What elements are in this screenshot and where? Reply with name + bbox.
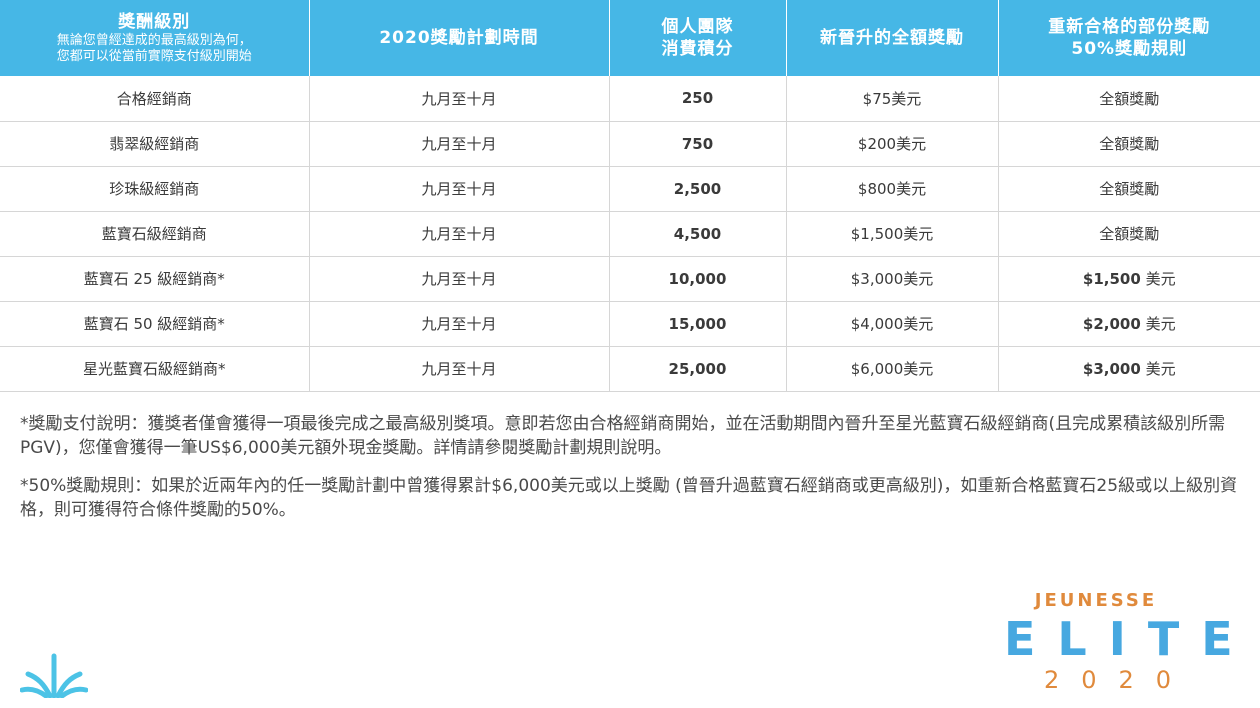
cell-period: 九月至十月	[309, 256, 610, 302]
cell-full-reward: $3,000美元	[786, 256, 999, 302]
program-year: 2020	[1044, 666, 1194, 694]
table-row: 藍寶石級經銷商 九月至十月 4,500 $1,500美元 全額獎勵	[0, 211, 1260, 257]
table-row: 翡翠級經銷商 九月至十月 750 $200美元 全額獎勵	[0, 121, 1260, 167]
partial-amount: $3,000	[1082, 360, 1141, 378]
rewards-table: 獎酬級別 無論您曾經達成的最高級別為何， 您都可以從當前實際支付級別開始 202…	[0, 0, 1260, 392]
cell-full-reward: $200美元	[786, 121, 999, 167]
cell-full-reward: $800美元	[786, 166, 999, 212]
cell-points: 250	[609, 76, 787, 122]
header-full-reward: 新晉升的全額獎勵	[786, 0, 999, 76]
header-level: 獎酬級別 無論您曾經達成的最高級別為何， 您都可以從當前實際支付級別開始	[0, 0, 310, 76]
jeunesse-elite-logo: JEUNESSE ELITE 2020	[1004, 590, 1255, 700]
header-period: 2020獎勵計劃時間	[309, 0, 610, 76]
cell-points: 750	[609, 121, 787, 167]
header-level-sub-line: 您都可以從當前實際支付級別開始	[56, 49, 252, 64]
cell-level: 藍寶石級經銷商	[0, 211, 310, 257]
table-row: 藍寶石 25 級經銷商* 九月至十月 10,000 $3,000美元 $1,50…	[0, 256, 1260, 302]
cell-partial-reward: $1,500 美元	[998, 256, 1260, 302]
cell-period: 九月至十月	[309, 346, 610, 392]
cell-partial-reward: $2,000 美元	[998, 301, 1260, 347]
program-name: ELITE	[1004, 612, 1255, 666]
cell-period: 九月至十月	[309, 301, 610, 347]
cell-full-reward: $1,500美元	[786, 211, 999, 257]
footnotes: *獎勵支付說明：獲獎者僅會獲得一項最後完成之最高級別獎項。意即若您由合格經銷商開…	[20, 412, 1244, 536]
cell-period: 九月至十月	[309, 166, 610, 212]
partial-amount: $1,500	[1082, 270, 1141, 288]
cell-level: 合格經銷商	[0, 76, 310, 122]
payment-note: *獎勵支付說明：獲獎者僅會獲得一項最後完成之最高級別獎項。意即若您由合格經銷商開…	[20, 414, 1226, 458]
partial-amount: $2,000	[1082, 315, 1141, 333]
header-level-title: 獎酬級別	[118, 12, 191, 32]
partial-text: 美元	[1140, 360, 1176, 378]
table-row: 藍寶石 50 級經銷商* 九月至十月 15,000 $4,000美元 $2,00…	[0, 301, 1260, 347]
cell-points: 10,000	[609, 256, 787, 302]
cell-partial-reward: 全額獎勵	[998, 211, 1260, 257]
table-header-row: 獎酬級別 無論您曾經達成的最高級別為何， 您都可以從當前實際支付級別開始 202…	[0, 0, 1260, 76]
partial-text: 全額獎勵	[1099, 180, 1160, 198]
cell-points: 2,500	[609, 166, 787, 212]
header-points-line: 個人團隊	[661, 17, 734, 37]
header-points-line: 消費積分	[661, 39, 734, 59]
table-row: 珍珠級經銷商 九月至十月 2,500 $800美元 全額獎勵	[0, 166, 1260, 212]
cell-full-reward: $6,000美元	[786, 346, 999, 392]
cell-points: 4,500	[609, 211, 787, 257]
cell-full-reward: $4,000美元	[786, 301, 999, 347]
table-row: 合格經銷商 九月至十月 250 $75美元 全額獎勵	[0, 76, 1260, 122]
cell-full-reward: $75美元	[786, 76, 999, 122]
partial-text: 美元	[1140, 270, 1176, 288]
header-partial-reward-line: 重新合格的部份獎勵	[1048, 17, 1211, 37]
cell-level: 星光藍寶石級經銷商*	[0, 346, 310, 392]
header-partial-reward: 重新合格的部份獎勵 50%獎勵規則	[998, 0, 1260, 76]
rule-note: *50%獎勵規則：如果於近兩年內的任一獎勵計劃中曾獲得累計$6,000美元或以上…	[20, 476, 1238, 520]
header-full-reward-label: 新晉升的全額獎勵	[820, 28, 964, 48]
header-level-sub-line: 無論您曾經達成的最高級別為何，	[56, 33, 252, 48]
cell-period: 九月至十月	[309, 121, 610, 167]
cell-partial-reward: 全額獎勵	[998, 121, 1260, 167]
table-row: 星光藍寶石級經銷商* 九月至十月 25,000 $6,000美元 $3,000 …	[0, 346, 1260, 392]
cell-level: 藍寶石 25 級經銷商*	[0, 256, 310, 302]
cell-level: 翡翠級經銷商	[0, 121, 310, 167]
cell-points: 15,000	[609, 301, 787, 347]
cell-level: 藍寶石 50 級經銷商*	[0, 301, 310, 347]
cell-period: 九月至十月	[309, 211, 610, 257]
header-partial-reward-line: 50%獎勵規則	[1071, 39, 1188, 59]
partial-text: 美元	[1140, 315, 1176, 333]
cell-partial-reward: 全額獎勵	[998, 76, 1260, 122]
jeunesse-leaf-icon	[19, 652, 89, 699]
partial-text: 全額獎勵	[1099, 225, 1160, 243]
cell-partial-reward: 全額獎勵	[998, 166, 1260, 212]
brand-name: JEUNESSE	[1034, 590, 1158, 611]
partial-text: 全額獎勵	[1099, 135, 1160, 153]
cell-level: 珍珠級經銷商	[0, 166, 310, 212]
partial-text: 全額獎勵	[1099, 89, 1160, 108]
cell-period: 九月至十月	[309, 76, 610, 122]
cell-points: 25,000	[609, 346, 787, 392]
header-points: 個人團隊 消費積分	[609, 0, 787, 76]
header-period-label: 2020獎勵計劃時間	[379, 28, 539, 48]
cell-partial-reward: $3,000 美元	[998, 346, 1260, 392]
